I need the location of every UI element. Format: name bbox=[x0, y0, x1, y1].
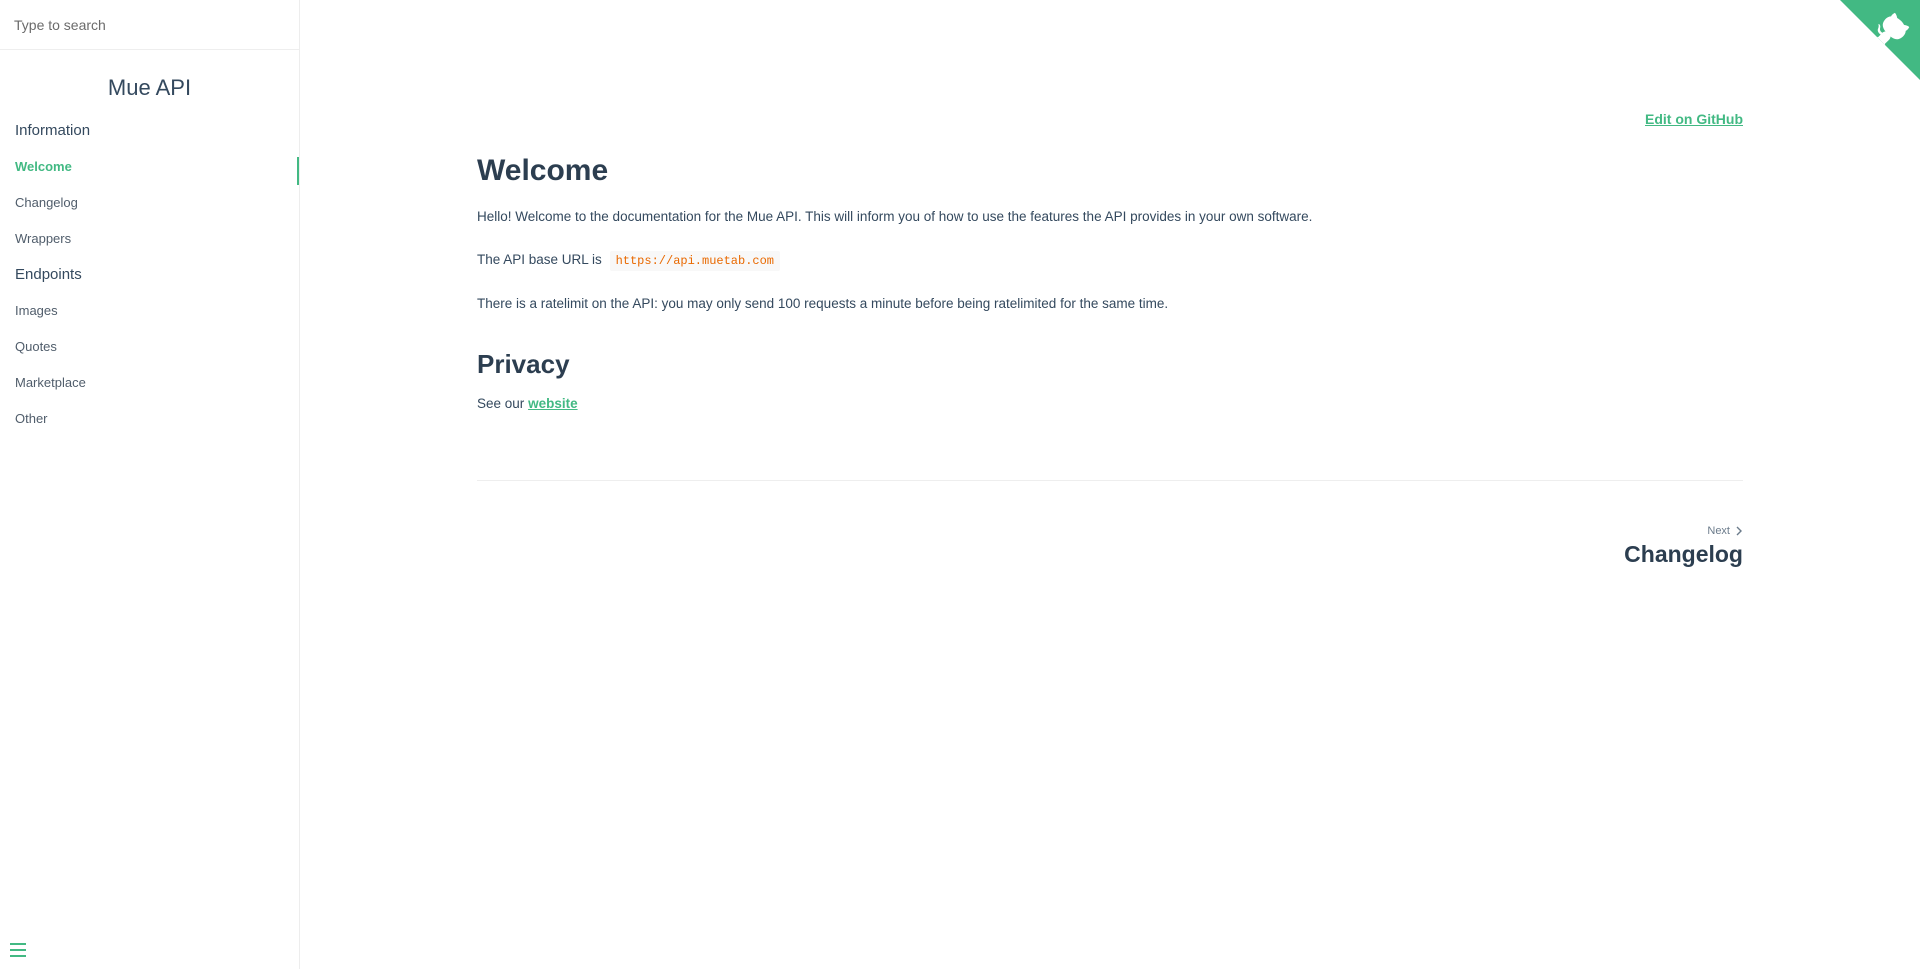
base-url-paragraph: The API base URL is https://api.muetab.c… bbox=[477, 249, 1743, 272]
sidebar-item-wrappers[interactable]: Wrappers bbox=[0, 221, 299, 257]
base-url-code: https://api.muetab.com bbox=[609, 251, 781, 271]
github-octocat-icon bbox=[1840, 0, 1920, 80]
hamburger-menu-icon[interactable] bbox=[10, 943, 26, 957]
search-bar bbox=[0, 0, 299, 50]
intro-paragraph: Hello! Welcome to the documentation for … bbox=[477, 209, 1313, 224]
app-name[interactable]: Mue API bbox=[0, 73, 299, 103]
next-label: Next bbox=[1707, 525, 1730, 537]
search-input[interactable] bbox=[14, 16, 285, 33]
website-link[interactable]: website bbox=[528, 396, 578, 411]
next-page-link[interactable]: Next Changelog bbox=[477, 521, 1743, 569]
next-title: Changelog bbox=[1624, 541, 1743, 567]
sidebar-item-other[interactable]: Other bbox=[0, 401, 299, 437]
sidebar-nav: Information Welcome Changelog Wrappers E… bbox=[0, 113, 299, 437]
privacy-text: See our bbox=[477, 396, 525, 411]
privacy-paragraph: See our website bbox=[477, 393, 1743, 415]
chevron-right-icon bbox=[1736, 526, 1742, 536]
sidebar-item-changelog[interactable]: Changelog bbox=[0, 185, 299, 221]
base-url-label: The API base URL is bbox=[477, 252, 602, 267]
edit-on-github-link[interactable]: Edit on GitHub bbox=[1645, 111, 1743, 127]
main-content: Welcome Hello! Welcome to the documentat… bbox=[477, 150, 1743, 569]
sidebar-item-marketplace[interactable]: Marketplace bbox=[0, 365, 299, 401]
sidebar-item-quotes[interactable]: Quotes bbox=[0, 329, 299, 365]
sidebar-item-welcome[interactable]: Welcome bbox=[0, 149, 299, 185]
sidebar: Mue API Information Welcome Changelog Wr… bbox=[0, 0, 300, 969]
sidebar-item-images[interactable]: Images bbox=[0, 293, 299, 329]
privacy-heading: Privacy bbox=[477, 349, 570, 379]
ratelimit-paragraph: There is a ratelimit on the API: you may… bbox=[477, 296, 1169, 311]
github-corner[interactable] bbox=[1840, 0, 1920, 80]
sidebar-section-information: Information bbox=[15, 122, 91, 139]
next-label-row: Next bbox=[1707, 525, 1743, 537]
sidebar-section-endpoints: Endpoints bbox=[15, 266, 82, 283]
divider bbox=[477, 480, 1743, 481]
page-title: Welcome bbox=[477, 154, 609, 187]
